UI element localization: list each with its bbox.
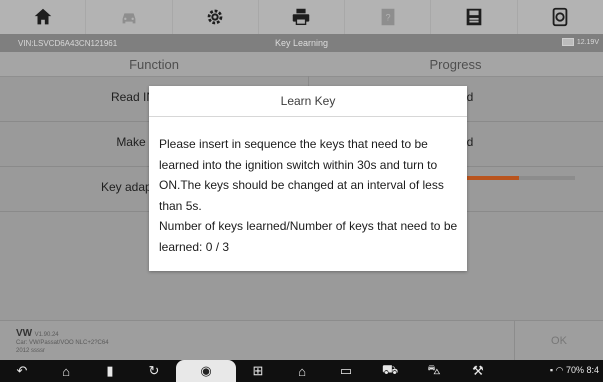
dialog-key-count: Number of keys learned/Number of keys th… bbox=[159, 219, 458, 254]
print-icon bbox=[293, 8, 310, 26]
screenshot-button[interactable]: ◉ bbox=[176, 360, 236, 382]
back-icon: ↶ bbox=[16, 363, 28, 378]
vehicle-swap-button[interactable] bbox=[86, 0, 173, 34]
wifi-icon: ◠ bbox=[555, 365, 564, 375]
top-toolbar: ? bbox=[0, 0, 603, 34]
info-bar: VIN:LSVCD6A43CN121961 Key Learning 12.19… bbox=[0, 34, 603, 52]
vehicle-button[interactable]: ⛟ bbox=[368, 360, 412, 382]
car-button[interactable]: ⛍ bbox=[412, 360, 456, 382]
vci-button[interactable]: ▭ bbox=[324, 360, 368, 382]
help-button[interactable]: ? bbox=[345, 0, 432, 34]
home-icon: ⌂ bbox=[62, 363, 70, 379]
print-button[interactable] bbox=[259, 0, 346, 34]
service-icon: ⚒ bbox=[472, 363, 484, 378]
progress-column-header: Progress bbox=[429, 57, 482, 72]
car-icon: ⛍ bbox=[427, 362, 441, 377]
status-text: 70% 8:4 bbox=[565, 365, 599, 375]
autel-home-button[interactable]: ⌂ bbox=[280, 360, 324, 382]
house-icon: ⌂ bbox=[298, 363, 306, 379]
svg-text:?: ? bbox=[385, 13, 390, 23]
battery-voltage: 12.19V bbox=[561, 38, 599, 46]
home-icon bbox=[34, 8, 51, 25]
data-log-icon bbox=[552, 7, 568, 27]
car-model-line: Car: VW/Passat/VOO NLC+2?C64 bbox=[16, 340, 109, 346]
settings-button[interactable] bbox=[173, 0, 259, 34]
dialog-message: Please insert in sequence the keys that … bbox=[159, 137, 444, 213]
refresh-icon: ↻ bbox=[148, 363, 160, 378]
function-column-header: Function bbox=[129, 57, 179, 72]
learn-key-dialog: Learn Key Please insert in sequence the … bbox=[149, 86, 467, 271]
table-header: Function Progress bbox=[0, 52, 603, 77]
scope-button[interactable]: ⊞ bbox=[236, 360, 280, 382]
ok-button[interactable]: OK bbox=[514, 321, 603, 361]
brand-name: VW bbox=[16, 328, 33, 339]
back-button[interactable]: ↶ bbox=[0, 360, 44, 382]
recent-apps-icon: ▮ bbox=[106, 363, 114, 378]
vehicle-swap-icon bbox=[122, 13, 136, 24]
home-nav-button[interactable]: ⌂ bbox=[44, 360, 88, 382]
battery-icon bbox=[561, 38, 574, 46]
vci-icon: ▭ bbox=[339, 363, 353, 378]
year-line: 2012 ssssr bbox=[16, 348, 46, 354]
scope-icon: ⊞ bbox=[252, 363, 264, 378]
dialog-body: Please insert in sequence the keys that … bbox=[159, 134, 459, 257]
recent-apps-button[interactable]: ▮ bbox=[88, 360, 132, 382]
vehicle-info: VW V1.90.24 Car: VW/Passat/VOO NLC+2?C64… bbox=[16, 328, 109, 355]
service-button[interactable]: ⚒ bbox=[456, 360, 500, 382]
chat-icon: ▪ bbox=[549, 365, 554, 375]
help-icon: ? bbox=[381, 8, 395, 26]
camera-icon: ◉ bbox=[200, 363, 212, 378]
data-log-button[interactable] bbox=[518, 0, 603, 34]
home-button[interactable] bbox=[0, 0, 87, 34]
system-status: ▪ ◠ 70% 8:4 bbox=[550, 365, 599, 376]
dialog-title: Learn Key bbox=[149, 86, 467, 117]
software-version: V1.90.24 bbox=[34, 332, 59, 338]
refresh-button[interactable]: ↻ bbox=[132, 360, 176, 382]
save-button[interactable] bbox=[431, 0, 518, 34]
vehicle-icon: ⛟ bbox=[381, 362, 399, 377]
function-cell: Key adapt bbox=[100, 180, 155, 194]
battery-voltage-value: 12.19V bbox=[576, 38, 599, 46]
android-nav-bar: ↶ ⌂ ▮ ↻ ◉ ⊞ ⌂ ▭ ⛟ ⛍ ⚒ ▪ ◠ 70% 8:4 bbox=[0, 360, 603, 382]
footer-bar: VW V1.90.24 Car: VW/Passat/VOO NLC+2?C64… bbox=[0, 320, 603, 361]
save-icon bbox=[466, 8, 482, 26]
page-title: Key Learning bbox=[274, 38, 329, 48]
settings-gear-icon bbox=[207, 9, 223, 25]
